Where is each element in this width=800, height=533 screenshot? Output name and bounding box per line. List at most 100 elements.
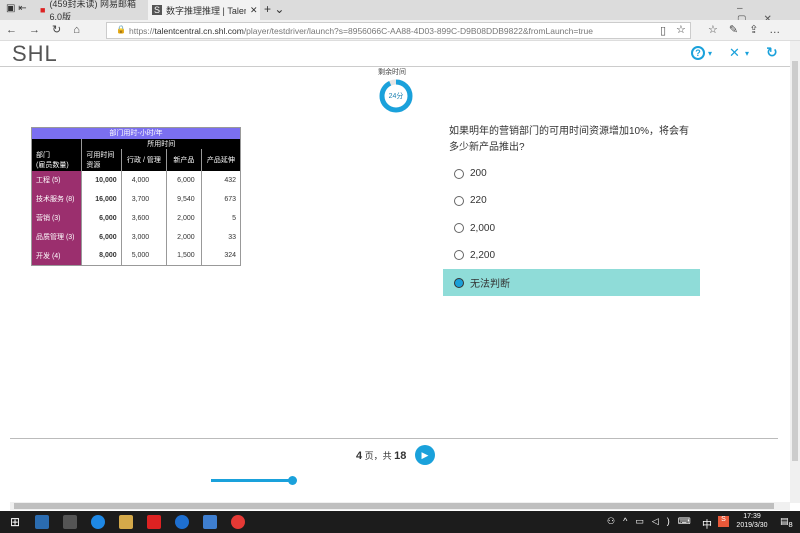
chrome-icon[interactable] [231, 515, 245, 529]
windows-start-icon[interactable]: ⊞ [10, 515, 20, 529]
taskview-icon[interactable] [35, 515, 49, 529]
ime-indicator[interactable]: 中 [702, 516, 712, 531]
column-header: 新产品 [166, 148, 202, 171]
help-icon[interactable]: ? [691, 46, 705, 60]
shl-favicon-icon: S [152, 5, 163, 15]
answer-option[interactable]: 2,000 [443, 215, 700, 242]
table-cell: 营销 (3) [31, 208, 83, 228]
favorite-star-icon[interactable]: ☆ [676, 23, 686, 36]
next-page-button[interactable]: ▶ [415, 445, 435, 465]
answer-option[interactable]: 2,200 [443, 242, 700, 269]
table-cell: 2,000 [166, 227, 202, 247]
chevron-down-icon[interactable]: ▾ [708, 49, 712, 58]
table-cell: 6,000 [81, 208, 122, 228]
toolbar-icons[interactable]: ☆✎⇪… [708, 23, 791, 36]
mail-favicon-icon: ■ [40, 5, 46, 15]
question-text: 如果明年的营销部门的可用时间资源增加10%，将会有多少新产品推出? [449, 126, 690, 153]
accessibility-icon[interactable]: ✕ [729, 45, 740, 61]
notification-icon[interactable]: ▤8 [780, 516, 793, 529]
table-cell: 3,600 [121, 208, 168, 228]
table-cell: 6,000 [81, 227, 122, 247]
tab-mail[interactable]: ■ (459封未读) 网易邮箱6.0版 [36, 0, 148, 22]
mail-app-icon[interactable] [147, 515, 161, 529]
app-header: SHL ? ▾ ✕ ▾ ↻ [0, 41, 790, 67]
table-row: 营销 (3) 6,000 3,600 2,000 5 [31, 208, 242, 228]
answer-option[interactable]: 无法判断 [443, 269, 700, 297]
radio-button[interactable] [454, 250, 464, 261]
data-table: 部门用时-小时/年 所用时间 部门 (雇员数量) 可用时间 资源 行政 / 管理 新产… [31, 127, 242, 266]
app-icon[interactable] [203, 515, 217, 529]
table-subtitle: 所用时间 [81, 138, 241, 149]
radio-button[interactable] [454, 168, 464, 179]
table-cell: 6,000 [166, 170, 202, 190]
url-input[interactable]: https://talentcentral.cn.shl.com/player/… [106, 22, 691, 39]
table-cell: 技术服务 (8) [31, 189, 83, 209]
tab-title: 数字推理推理 | TalentCe [166, 5, 246, 16]
column-header: 可用时间 资源 [81, 148, 122, 171]
taskbar: ⊞ ⚇^▭◁)⌨ 中 S 17:39 2019/3/30 ▤8 [0, 511, 800, 533]
table-cell: 1,500 [166, 246, 202, 266]
divider [10, 438, 778, 439]
pagination: 4 页，共 18 [356, 450, 407, 462]
radio-button[interactable] [454, 195, 464, 206]
vertical-scrollbar[interactable] [790, 41, 800, 503]
tray-icons[interactable]: ⚇^▭◁)⌨ [607, 516, 699, 527]
answer-option[interactable]: 200 [443, 160, 700, 187]
nav-buttons-icon[interactable]: ←→↻⌂ [6, 23, 92, 36]
progress-handle [288, 476, 297, 485]
table-cell: 3,700 [121, 189, 168, 209]
answer-option[interactable]: 220 [443, 187, 700, 214]
table-cell: 8,000 [81, 246, 122, 266]
table-row: 工程 (5) 10,000 4,000 6,000 432 [31, 170, 242, 190]
tab-actions-icon[interactable]: ▣ ⇤ [6, 3, 27, 14]
edge-icon[interactable] [175, 515, 189, 529]
tab-shl[interactable]: S数字推理推理 | TalentCe ✕ [148, 0, 260, 20]
clock[interactable]: 17:39 2019/3/30 [735, 512, 769, 530]
option-label: 无法判断 [470, 279, 510, 291]
timer-value: 24分 [388, 93, 404, 100]
radio-button[interactable] [454, 223, 464, 234]
option-label: 220 [470, 195, 487, 207]
table-cell: 432 [201, 170, 242, 190]
table-cell: 5,000 [121, 246, 168, 266]
table-cell: 5 [201, 208, 242, 228]
explorer-icon[interactable] [119, 515, 133, 529]
table-cell: 品质管理 (3) [31, 227, 83, 247]
progress-bar [211, 479, 291, 482]
table-row: 品质管理 (3) 6,000 3,000 2,000 33 [31, 227, 242, 247]
option-label: 200 [470, 168, 487, 179]
table-cell: 开发 (4) [31, 246, 83, 266]
column-header: 部门 (雇员数量) [31, 148, 83, 171]
table-row: 技术服务 (8) 16,000 3,700 9,540 673 [31, 189, 242, 209]
chevron-down-icon[interactable]: ▾ [745, 49, 749, 58]
exit-icon[interactable]: ↻ [766, 44, 778, 61]
table-cell: 4,000 [121, 170, 168, 190]
sogou-icon[interactable]: S [718, 516, 729, 527]
table-cell: 673 [201, 189, 242, 209]
table-cell: 9,540 [166, 189, 202, 209]
table-cell: 33 [201, 227, 242, 247]
table-cell: 3,000 [121, 227, 168, 247]
tab-bar: ▣ ⇤ ■(459封未读) 网易邮箱6.0版 S数字推理推理 | TalentC… [0, 0, 800, 25]
table-cell: 324 [201, 246, 242, 266]
reading-view-icon[interactable]: ▯ [660, 24, 666, 37]
shl-logo: SHL [12, 41, 58, 66]
column-header: 行政 / 管理 [121, 148, 168, 171]
table-cell: 16,000 [81, 189, 122, 209]
column-header: 产品延伸 [201, 148, 242, 171]
table-cell: 10,000 [81, 170, 122, 190]
table-cell: 工程 (5) [31, 170, 83, 190]
lock-icon: 🔒 [116, 25, 126, 34]
option-label: 2,000 [470, 222, 496, 234]
close-tab-icon[interactable]: ✕ [250, 5, 258, 16]
store-icon[interactable] [63, 515, 77, 529]
horizontal-scrollbar[interactable] [10, 502, 790, 510]
table-row: 开发 (4) 8,000 5,000 1,500 324 [31, 246, 242, 266]
app-k-icon[interactable] [91, 515, 105, 529]
table-title: 部门用时-小时/年 [31, 127, 241, 139]
timer-label: 剩余时间 [378, 69, 406, 76]
option-label: 2,200 [470, 249, 496, 261]
radio-button[interactable] [454, 277, 464, 288]
new-tab-icon[interactable]: + ⌄ [264, 2, 284, 16]
table-cell: 2,000 [166, 208, 202, 228]
